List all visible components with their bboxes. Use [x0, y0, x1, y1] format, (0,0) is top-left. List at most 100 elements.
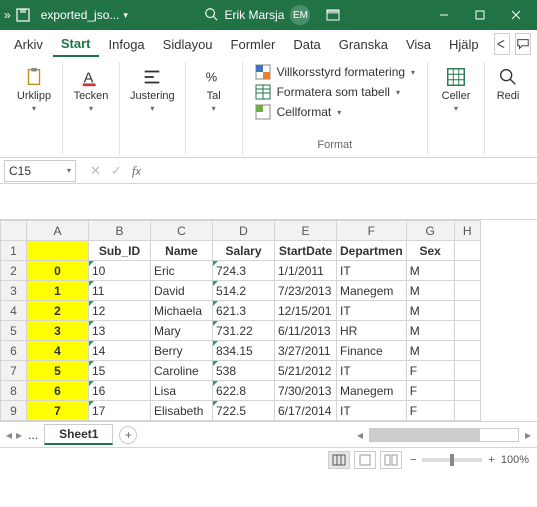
cell[interactable]: 14 [89, 341, 151, 361]
cell[interactable]: 6 [27, 381, 89, 401]
cell-styles-button[interactable]: Cellformat▾ [255, 104, 416, 120]
cell[interactable]: 5 [27, 361, 89, 381]
clipboard-button[interactable]: Urklipp▾ [14, 64, 54, 115]
cell[interactable]: M [406, 261, 454, 281]
cell[interactable]: Salary [213, 241, 275, 261]
sheet-prev-icon[interactable]: ◂ [6, 428, 12, 442]
cell[interactable]: Elisabeth [151, 401, 213, 421]
cell[interactable]: 12/15/201 [275, 301, 337, 321]
col-header[interactable]: F [337, 221, 407, 241]
row-header[interactable]: 6 [1, 341, 27, 361]
cell[interactable] [454, 361, 480, 381]
format-as-table-button[interactable]: Formatera som tabell▾ [255, 84, 416, 100]
cell[interactable]: IT [337, 401, 407, 421]
col-header[interactable]: D [213, 221, 275, 241]
cell[interactable]: 13 [89, 321, 151, 341]
cell[interactable]: 5/21/2012 [275, 361, 337, 381]
col-header[interactable]: G [406, 221, 454, 241]
accept-formula-icon[interactable]: ✓ [111, 163, 122, 179]
font-button[interactable]: A Tecken▾ [71, 64, 111, 115]
tab-formler[interactable]: Formler [223, 33, 284, 56]
page-break-view-button[interactable] [380, 451, 402, 469]
cell[interactable]: 7/30/2013 [275, 381, 337, 401]
col-header[interactable]: A [27, 221, 89, 241]
cell[interactable]: 17 [89, 401, 151, 421]
namebox-dropdown-icon[interactable]: ▾ [67, 166, 71, 175]
cell[interactable]: 722.5 [213, 401, 275, 421]
cell[interactable]: Name [151, 241, 213, 261]
conditional-formatting-button[interactable]: Villkorsstyrd formatering▾ [255, 64, 416, 80]
cells-button[interactable]: Celler▾ [436, 64, 476, 115]
save-icon[interactable] [15, 7, 31, 23]
cell[interactable]: IT [337, 301, 407, 321]
cell[interactable]: 4 [27, 341, 89, 361]
cell[interactable]: 0 [27, 261, 89, 281]
cell[interactable] [454, 281, 480, 301]
sheet-next-icon[interactable]: ▸ [16, 428, 22, 442]
row-header[interactable]: 7 [1, 361, 27, 381]
cell[interactable]: Lisa [151, 381, 213, 401]
tab-visa[interactable]: Visa [398, 33, 439, 56]
overflow-icon[interactable]: » [4, 8, 11, 22]
cell[interactable] [27, 241, 89, 261]
zoom-level[interactable]: 100% [501, 454, 529, 466]
cell[interactable]: Manegem [337, 381, 407, 401]
spreadsheet-grid[interactable]: A B C D E F G H 1 Sub_ID Name Salary Sta… [0, 220, 481, 421]
cell[interactable]: Eric [151, 261, 213, 281]
name-box[interactable]: C15 ▾ [4, 160, 76, 182]
cell[interactable] [454, 341, 480, 361]
cell[interactable]: 3/27/2011 [275, 341, 337, 361]
cell[interactable]: IT [337, 261, 407, 281]
cell[interactable]: F [406, 401, 454, 421]
cell[interactable]: Departmen [337, 241, 407, 261]
cell[interactable] [454, 261, 480, 281]
tab-infoga[interactable]: Infoga [101, 33, 153, 56]
cell[interactable]: 15 [89, 361, 151, 381]
row-header[interactable]: 2 [1, 261, 27, 281]
cell[interactable]: F [406, 361, 454, 381]
zoom-in-button[interactable]: + [488, 454, 494, 466]
add-sheet-button[interactable]: + [119, 426, 137, 444]
zoom-out-button[interactable]: − [410, 454, 416, 466]
cancel-formula-icon[interactable]: ✕ [90, 163, 101, 179]
comments-button[interactable] [515, 33, 531, 55]
row-header[interactable]: 4 [1, 301, 27, 321]
cell[interactable]: Berry [151, 341, 213, 361]
cell[interactable]: Michaela [151, 301, 213, 321]
fx-icon[interactable]: fx [132, 163, 141, 179]
avatar[interactable]: EM [290, 5, 310, 25]
normal-view-button[interactable] [328, 451, 350, 469]
hscroll-right-icon[interactable]: ▸ [525, 428, 531, 442]
cell[interactable]: David [151, 281, 213, 301]
cell[interactable]: StartDate [275, 241, 337, 261]
tab-granska[interactable]: Granska [331, 33, 396, 56]
cell[interactable]: 10 [89, 261, 151, 281]
cell[interactable]: 1/1/2011 [275, 261, 337, 281]
cell[interactable]: 1 [27, 281, 89, 301]
cell[interactable] [454, 241, 480, 261]
sheet-tab[interactable]: Sheet1 [44, 424, 113, 445]
cell[interactable]: IT [337, 361, 407, 381]
cell[interactable]: Finance [337, 341, 407, 361]
alignment-button[interactable]: Justering▾ [128, 64, 177, 115]
sheet-ellipsis[interactable]: ... [28, 428, 38, 442]
horizontal-scrollbar[interactable] [369, 428, 519, 442]
cell[interactable]: 6/11/2013 [275, 321, 337, 341]
cell[interactable]: 514.2 [213, 281, 275, 301]
col-header[interactable]: C [151, 221, 213, 241]
cell[interactable]: 7 [27, 401, 89, 421]
cell[interactable]: Caroline [151, 361, 213, 381]
cell[interactable]: 538 [213, 361, 275, 381]
cell[interactable]: 6/17/2014 [275, 401, 337, 421]
cell[interactable]: Sex [406, 241, 454, 261]
cell[interactable]: HR [337, 321, 407, 341]
user-name[interactable]: Erik Marsja [224, 8, 284, 22]
cell[interactable]: 2 [27, 301, 89, 321]
editing-button[interactable]: Redi [493, 64, 523, 104]
number-button[interactable]: % Tal▾ [194, 64, 234, 115]
cell[interactable] [454, 401, 480, 421]
row-header[interactable]: 5 [1, 321, 27, 341]
row-header[interactable]: 3 [1, 281, 27, 301]
cell[interactable]: 834.15 [213, 341, 275, 361]
cell[interactable]: Mary [151, 321, 213, 341]
